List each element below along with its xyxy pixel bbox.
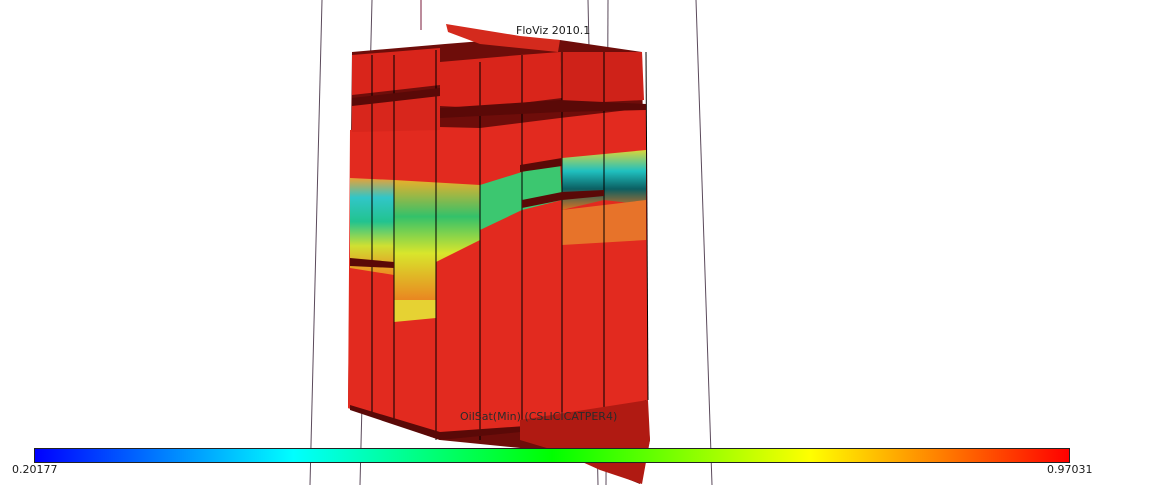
legend-min-label: 0.20177 xyxy=(12,463,58,476)
legend-title: OilSat(Min) (CSLICICATPER4) xyxy=(460,410,618,423)
mesh-top-mid xyxy=(440,52,562,108)
colorbar xyxy=(34,448,1070,463)
legend-max-label: 0.97031 xyxy=(1047,463,1093,476)
mesh-top-right xyxy=(560,52,644,104)
app-title: FloViz 2010.1 xyxy=(516,24,591,37)
